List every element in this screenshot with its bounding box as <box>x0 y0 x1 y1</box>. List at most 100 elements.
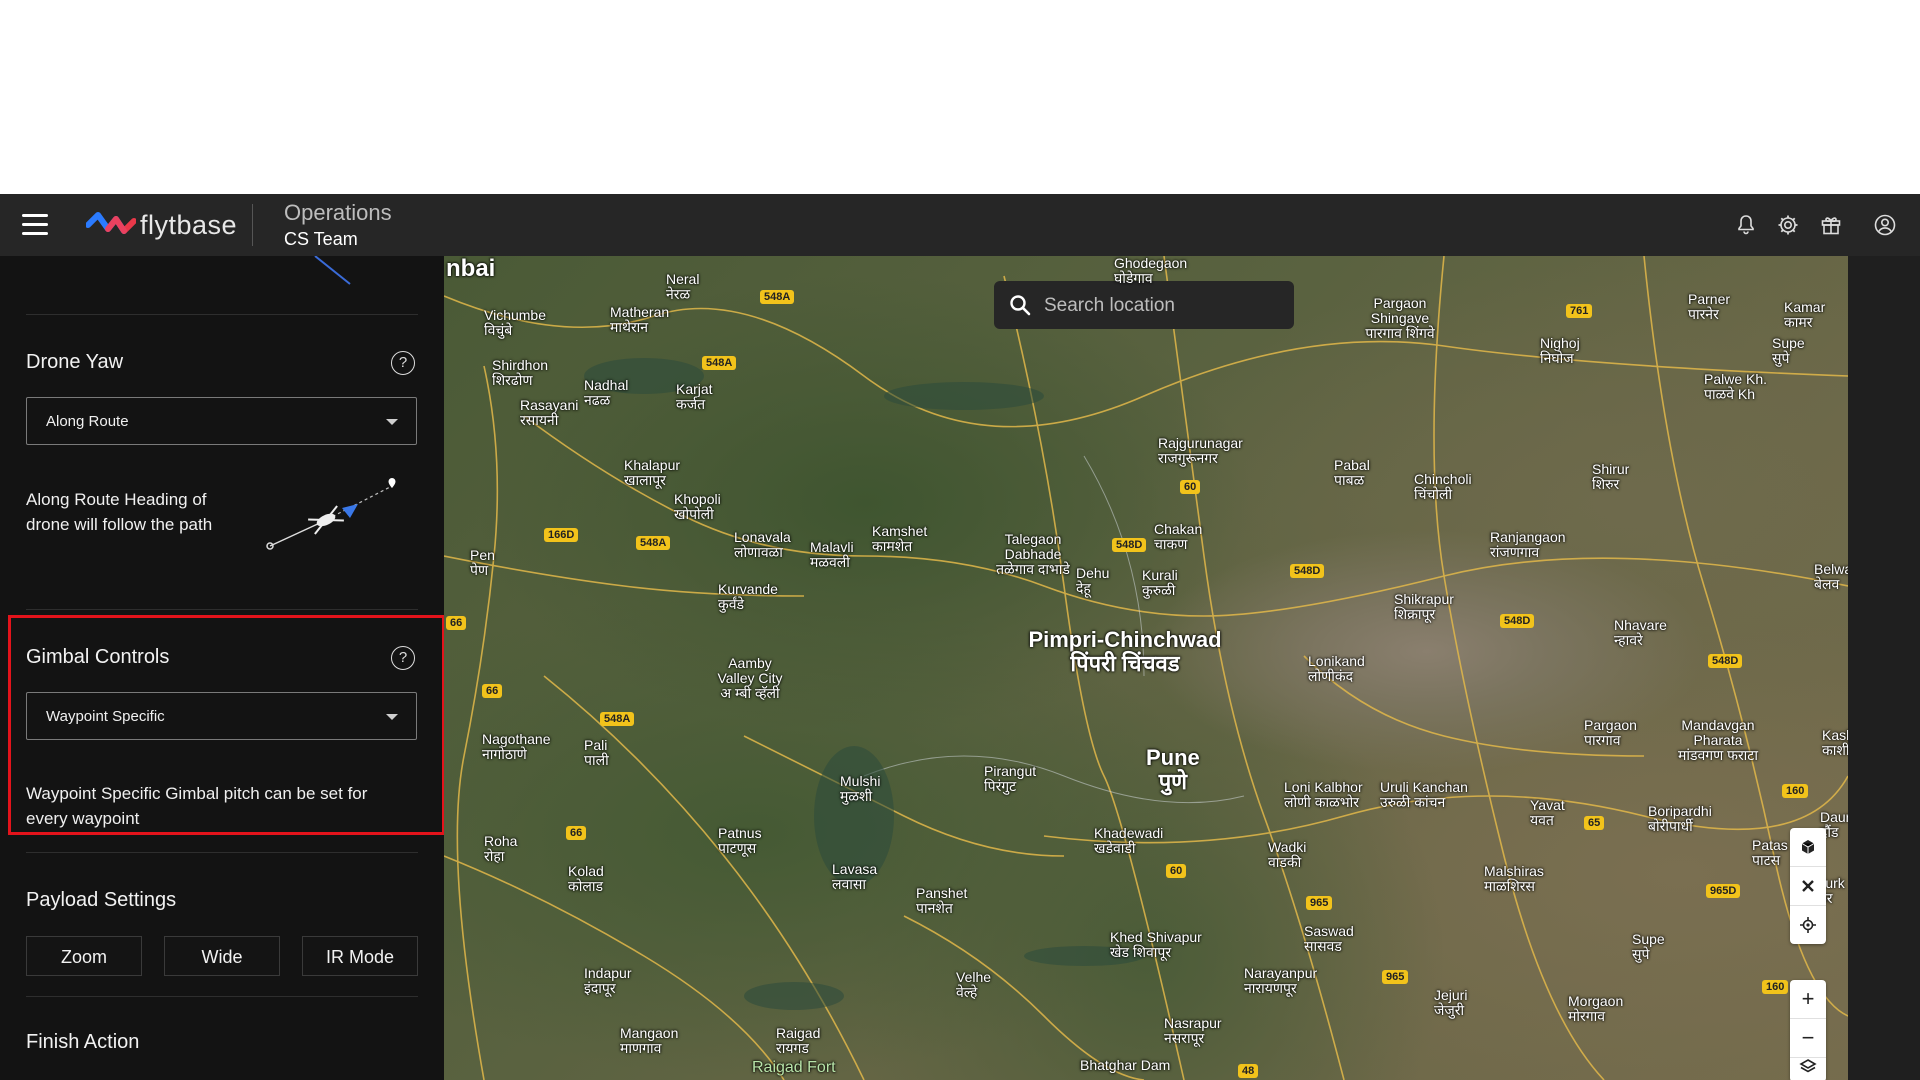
road-shield: 60 <box>1180 480 1201 494</box>
road-shield: 965 <box>1306 896 1333 910</box>
flytbase-logo[interactable]: flytbase <box>86 210 237 240</box>
place-label: Rasayani रसायनी <box>520 397 579 428</box>
gimbal-description-line2: every waypoint <box>26 809 140 828</box>
road-shield: 60 <box>1166 864 1187 878</box>
section-divider <box>26 609 418 610</box>
place-label: Boripardhi बोरीपार्धी <box>1648 803 1712 834</box>
place-label: Supe सुपे <box>1632 931 1665 962</box>
3d-cube-icon[interactable] <box>1790 828 1826 867</box>
drone-yaw-description: Along Route Heading of drone will follow… <box>26 487 212 537</box>
road-shield: 66 <box>446 616 467 630</box>
gear-icon[interactable] <box>1776 213 1800 237</box>
place-label: Shirur शिरुर <box>1592 461 1630 492</box>
chevron-down-icon <box>386 419 398 425</box>
drone-yaw-selected-value: Along Route <box>46 413 129 430</box>
place-label: Narayanpur नारायणपूर <box>1244 965 1318 996</box>
place-label: Uruli Kanchan उरुळी कांचन <box>1380 779 1468 810</box>
app-header: flytbase Operations CS Team <box>0 194 1920 256</box>
account-circle-icon[interactable] <box>1873 213 1897 237</box>
route-preview-fragment <box>314 256 351 285</box>
place-label: Vichumbe विचुंबे <box>484 307 547 338</box>
section-divider <box>26 996 418 997</box>
brand-name: flytbase <box>140 209 238 240</box>
place-label-landmark: Raigad Fort <box>752 1059 836 1076</box>
place-label: Panshet पानशेत <box>916 885 968 916</box>
road-shield: 548A <box>760 290 795 304</box>
section-divider <box>26 314 418 315</box>
map-view-controls <box>1790 828 1826 944</box>
flytbase-logo-mark <box>86 212 136 234</box>
hamburger-menu-icon[interactable] <box>22 214 48 236</box>
drone-icon[interactable] <box>1790 867 1826 906</box>
search-location-input[interactable]: Search location <box>994 281 1294 329</box>
road-shield: 548A <box>636 536 671 550</box>
road-shield: 761 <box>1566 304 1593 318</box>
gimbal-controls-select[interactable]: Waypoint Specific <box>26 692 417 740</box>
road-shield: 65 <box>1584 816 1605 830</box>
place-label: Yavat यवत <box>1530 797 1565 828</box>
place-label: Chakan चाकण <box>1154 521 1203 552</box>
road-shield: 160 <box>1762 980 1789 994</box>
road-shield: 48 <box>1238 1064 1259 1078</box>
zoom-in-icon[interactable]: + <box>1790 980 1826 1019</box>
place-label: Bhatghar Dam <box>1080 1057 1171 1073</box>
road-shield: 965D <box>1706 884 1741 898</box>
place-label: Lonikand लोणीकंद <box>1308 653 1365 684</box>
mission-settings-sidebar: Drone Yaw ? Along Route Along Route Head… <box>0 256 444 1080</box>
road-shield: 965 <box>1382 970 1409 984</box>
layers-icon[interactable] <box>1790 1058 1826 1080</box>
place-label: Dehu देहू <box>1076 565 1110 596</box>
road-shield: 548A <box>702 356 737 370</box>
place-label: Jejuri जेजुरी <box>1434 987 1468 1018</box>
page-title: Operations <box>284 200 392 225</box>
map-zoom-controls: + − <box>1790 980 1826 1080</box>
top-blank-area <box>0 0 1920 194</box>
gift-icon[interactable] <box>1819 213 1843 237</box>
locate-icon[interactable] <box>1790 906 1826 944</box>
place-label: Talegaon Dabhade तळेगाव दाभाडे <box>996 531 1070 577</box>
place-label: nbai <box>446 256 496 282</box>
drone-yaw-help-icon[interactable]: ? <box>391 351 415 375</box>
satellite-map[interactable]: Search location nbai Vichumbe विचुंबे Ner… <box>444 256 1848 1080</box>
drone-yaw-description-line1: Along Route Heading of <box>26 490 207 509</box>
place-label: Pargaon Shingave पारगाव शिंगवे <box>1365 295 1435 341</box>
along-route-illustration <box>266 478 396 550</box>
gimbal-controls-title: Gimbal Controls <box>26 646 170 668</box>
place-label: Shikrapur शिक्रापूर <box>1394 591 1454 622</box>
place-label: Nagothane नागोठाणे <box>482 731 551 762</box>
place-label: Belwaबेलव <box>1814 561 1848 592</box>
bell-icon[interactable] <box>1734 213 1758 237</box>
road-shield: 66 <box>482 684 503 698</box>
gimbal-controls-help-icon[interactable]: ? <box>391 646 415 670</box>
place-label: Malshiras माळशिरस <box>1484 863 1544 894</box>
payload-ir-mode-button[interactable]: IR Mode <box>302 936 418 976</box>
search-placeholder: Search location <box>1044 295 1175 316</box>
drone-yaw-select[interactable]: Along Route <box>26 397 417 445</box>
place-label: Kashकाशी <box>1822 727 1848 758</box>
place-label: Matheran माथेरान <box>610 304 670 335</box>
header-divider <box>252 204 253 246</box>
road-shield: 548A <box>600 712 635 726</box>
place-label: Saswad सासवड <box>1304 923 1354 954</box>
payload-zoom-button[interactable]: Zoom <box>26 936 142 976</box>
place-label: Karjat कर्जत <box>676 381 713 412</box>
place-label: Supe सुपे <box>1772 335 1805 366</box>
road-shield: 548D <box>1708 654 1743 668</box>
drone-yaw-description-line2: drone will follow the path <box>26 515 213 534</box>
drone-yaw-title: Drone Yaw <box>26 351 124 373</box>
place-label: Nasrapur नसरापूर <box>1164 1015 1222 1046</box>
place-label: Nhavare न्हावरे <box>1614 617 1667 648</box>
place-label: Nighoj निघोज <box>1540 335 1580 366</box>
place-label: Chincholi चिंचोली <box>1414 471 1472 502</box>
place-label: Mandavgan Pharata मांडवगण फराटा <box>1678 717 1758 763</box>
place-label: Kurali कुरुळी <box>1142 567 1178 598</box>
payload-wide-button[interactable]: Wide <box>164 936 280 976</box>
place-label: Kamar कामर <box>1784 299 1826 330</box>
place-label: Khopoli खोपोली <box>674 491 721 522</box>
gimbal-controls-selected-value: Waypoint Specific <box>46 708 165 725</box>
road-shield: 160 <box>1782 784 1809 798</box>
search-icon <box>1010 295 1031 316</box>
team-name[interactable]: CS Team <box>284 229 358 250</box>
zoom-out-icon[interactable]: − <box>1790 1019 1826 1058</box>
place-label: Indapur इंदापूर <box>584 965 632 996</box>
